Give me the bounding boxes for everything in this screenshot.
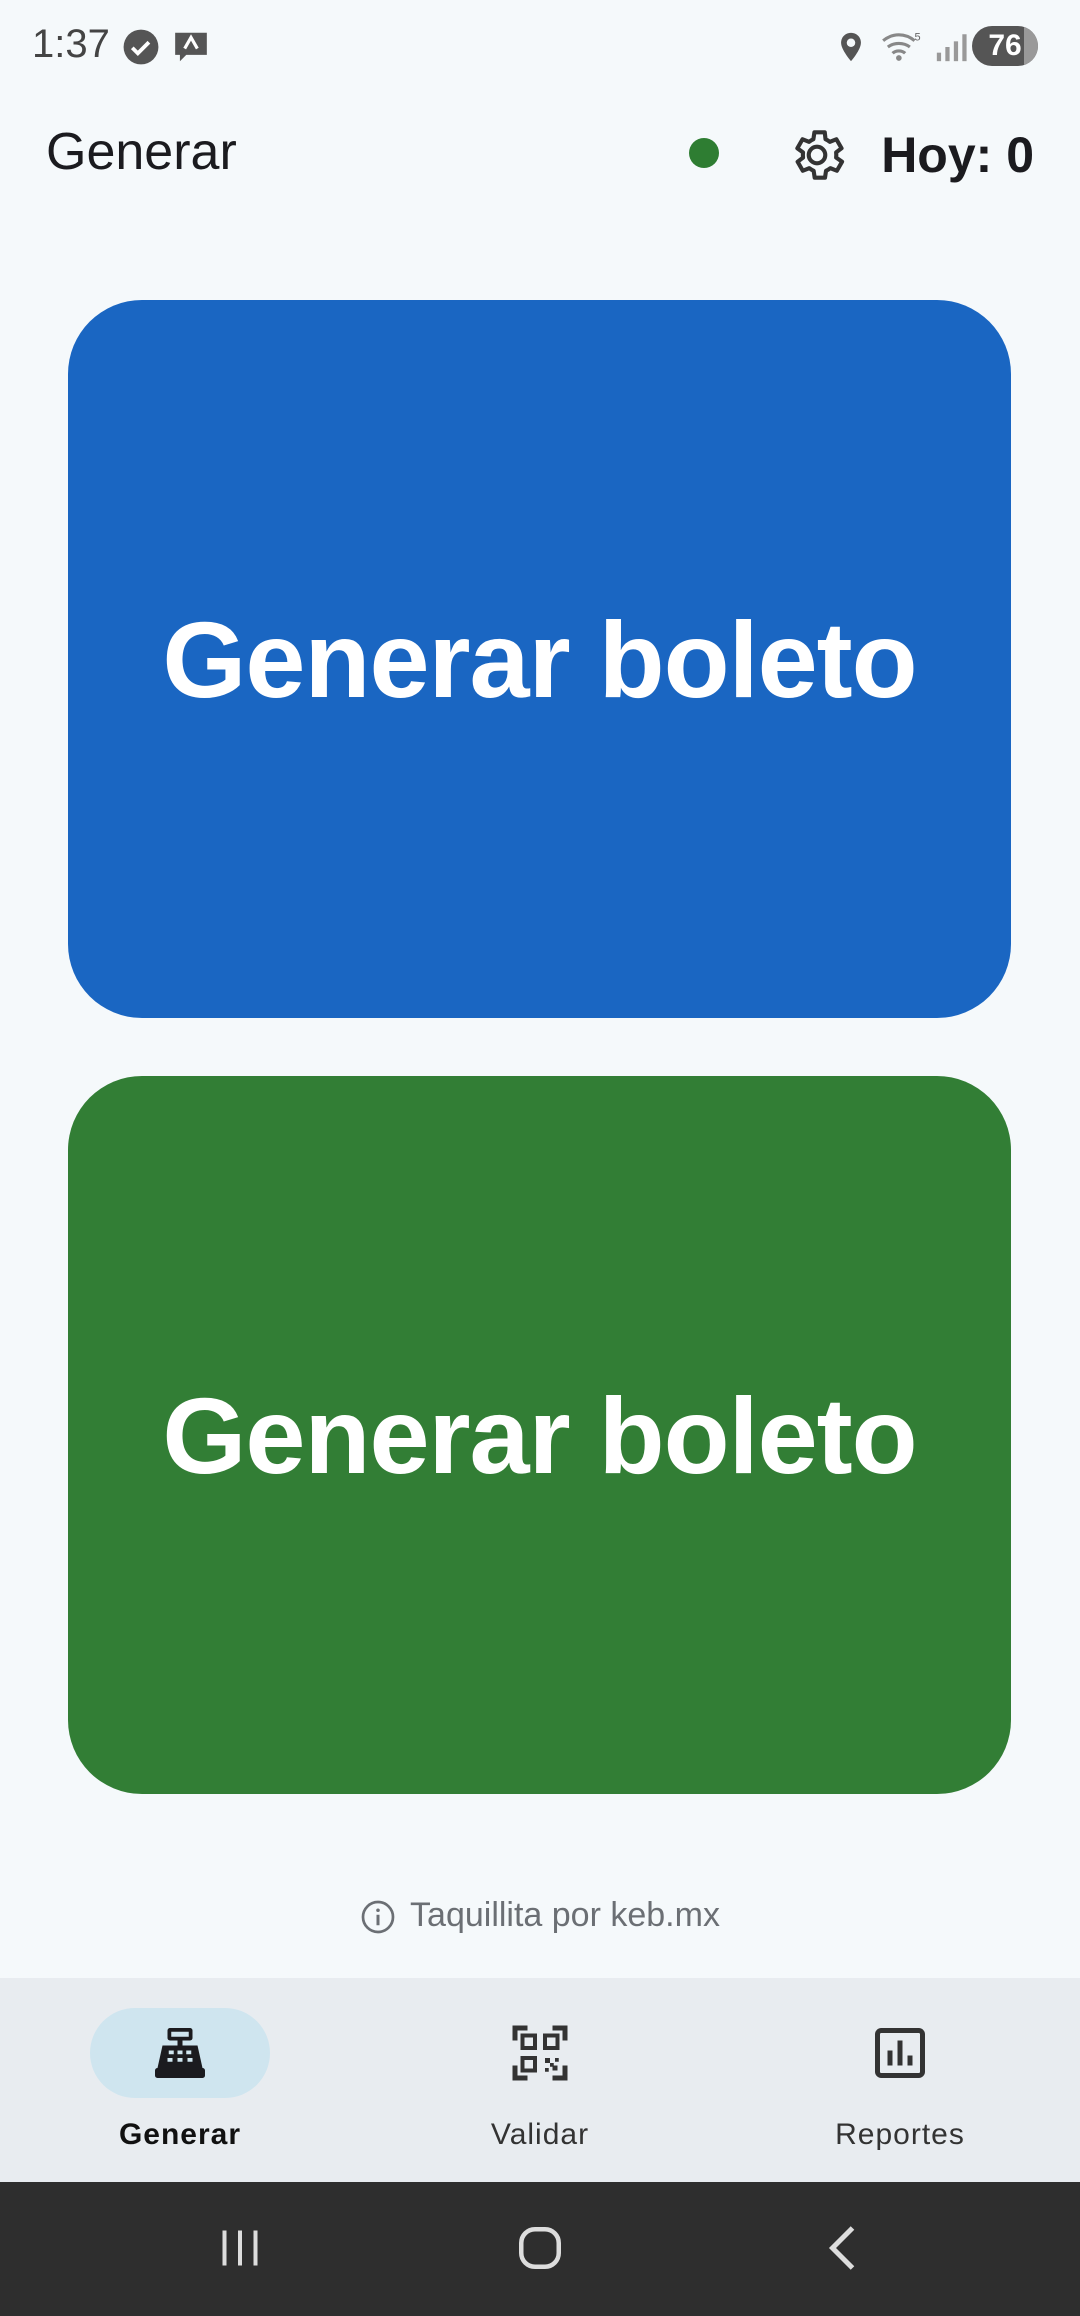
notification-icon — [175, 32, 207, 62]
home-icon[interactable] — [510, 2218, 570, 2278]
back-icon[interactable] — [815, 2218, 875, 2278]
today-counter: Hoy: 0 — [881, 127, 1034, 183]
system-navigation-bar — [0, 2182, 1080, 2316]
generate-ticket-button-blue[interactable]: Generar boleto — [68, 300, 1011, 1018]
page-title: Generar — [46, 123, 237, 181]
bar-chart-icon — [875, 2028, 925, 2078]
info-icon — [361, 1900, 395, 1934]
nav-item-generar[interactable]: Generar — [0, 1978, 360, 2182]
nav-label-generar: Generar — [118, 2118, 242, 2151]
status-bar: 1:37 5 76 — [0, 0, 1080, 96]
cash-register-icon — [155, 2028, 205, 2078]
nav-item-validar[interactable]: Validar — [360, 1978, 720, 2182]
battery-indicator: 76 — [972, 26, 1038, 66]
credit-text: Taquillita por keb.mx — [410, 1896, 720, 1934]
check-circle-icon — [123, 29, 159, 65]
signal-icon — [936, 34, 967, 62]
status-time: 1:37 — [32, 22, 110, 66]
gear-icon[interactable] — [786, 124, 848, 186]
nav-item-reportes[interactable]: Reportes — [720, 1978, 1080, 2182]
nav-label-reportes: Reportes — [835, 2118, 965, 2151]
credit-line: Taquillita por keb.mx — [0, 1896, 1080, 1935]
nav-active-pill — [90, 2008, 270, 2098]
svg-text:5: 5 — [915, 32, 921, 44]
bottom-navigation: Generar Validar Reportes — [0, 1978, 1080, 2182]
generate-ticket-button-green[interactable]: Generar boleto — [68, 1076, 1011, 1794]
nav-label-validar: Validar — [490, 2118, 590, 2151]
qr-code-icon — [512, 2025, 568, 2081]
wifi-icon: 5 — [882, 32, 921, 61]
connection-status-dot — [689, 138, 719, 168]
location-icon — [841, 32, 861, 62]
recent-apps-icon[interactable] — [210, 2218, 270, 2278]
